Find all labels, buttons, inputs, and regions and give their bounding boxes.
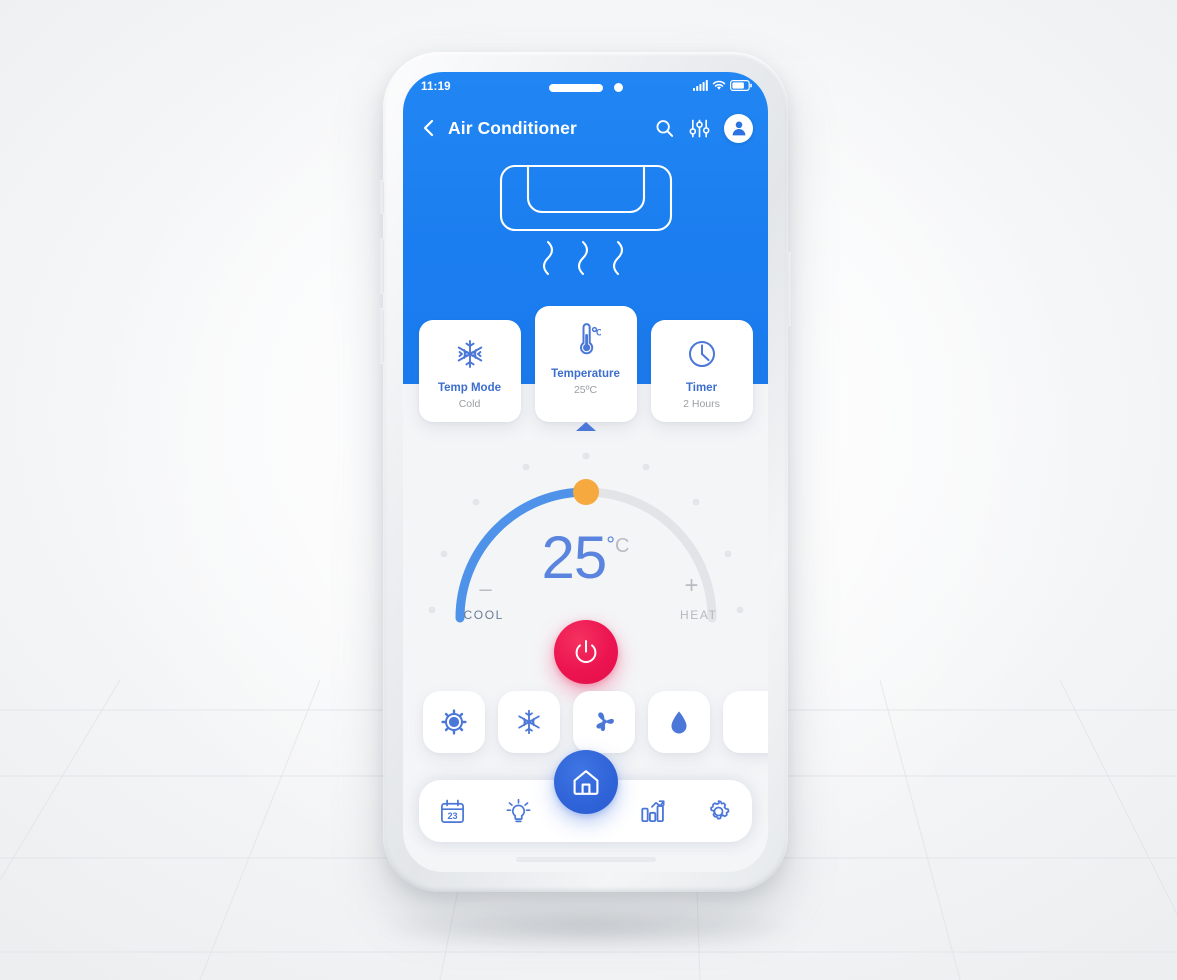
- status-bar-time: 11:19: [421, 81, 451, 93]
- speaker-grille: [548, 83, 603, 92]
- clock-icon: [655, 334, 749, 374]
- card-value: 25ºC: [573, 384, 598, 396]
- info-cards-row: Temp Mode Cold C Temperature 25ºC Timer …: [403, 306, 768, 431]
- nav-item-statistics[interactable]: [635, 794, 669, 828]
- thermometer-icon: C: [539, 320, 633, 360]
- nav-item-schedule[interactable]: 23: [435, 794, 469, 828]
- card-timer[interactable]: Timer 2 Hours: [650, 320, 753, 422]
- signal-icon: [693, 80, 708, 91]
- avatar-person-glyph: [732, 121, 745, 136]
- status-bar: 11:19: [403, 72, 768, 102]
- decrease-temperature-button[interactable]: –: [474, 576, 498, 602]
- card-value: Cold: [458, 398, 481, 410]
- battery-icon: [730, 80, 752, 91]
- heat-label: HEAT: [679, 608, 718, 622]
- card-title: Temperature: [551, 368, 620, 380]
- chevron-left-icon[interactable]: [418, 117, 440, 139]
- svg-text:C: C: [596, 327, 601, 337]
- scene: 11:19 Air Conditioner Temp Mode Cold C T…: [0, 0, 1177, 980]
- page-title: Air Conditioner: [448, 117, 577, 138]
- power-icon: [575, 640, 596, 663]
- dial-knob-handle: [572, 479, 599, 505]
- water-drop-icon: [671, 710, 687, 733]
- status-bar-icons: [693, 80, 752, 91]
- dial-degree-symbol: °: [606, 532, 616, 557]
- card-temperature[interactable]: C Temperature 25ºC: [534, 306, 637, 431]
- calendar-icon: 23: [440, 799, 464, 823]
- air-conditioner-unit-icon: [499, 164, 672, 275]
- sun-icon: [441, 709, 467, 735]
- snowflake-icon: [423, 334, 517, 374]
- front-camera-icon: [613, 83, 623, 92]
- card-value: 2 Hours: [683, 398, 720, 410]
- home-indicator-bar: [515, 857, 656, 862]
- phone-device: 11:19 Air Conditioner Temp Mode Cold C T…: [379, 52, 792, 892]
- calendar-day-number: 23: [447, 810, 457, 820]
- device-power-side-button[interactable]: [787, 252, 792, 326]
- bar-chart-icon: [640, 799, 665, 822]
- temperature-dial[interactable]: 25 ° C – + COOL HEAT: [416, 442, 756, 684]
- home-icon: [573, 770, 598, 795]
- volume-up-button[interactable]: [379, 238, 384, 294]
- volume-down-button[interactable]: [379, 308, 384, 364]
- fan-icon: [595, 711, 614, 731]
- app-bar-actions: [654, 113, 753, 143]
- sliders-icon[interactable]: [689, 118, 710, 139]
- card-title: Temp Mode: [437, 382, 502, 394]
- silent-switch-button[interactable]: [379, 180, 384, 214]
- dial-temperature-value: 25: [541, 524, 607, 591]
- phone-screen: 11:19 Air Conditioner Temp Mode Cold C T…: [403, 72, 768, 872]
- lightbulb-icon: [506, 798, 531, 822]
- increase-temperature-button[interactable]: +: [680, 572, 704, 600]
- search-icon[interactable]: [654, 118, 675, 139]
- wifi-icon: [712, 80, 726, 90]
- mode-button-cool[interactable]: [498, 691, 560, 753]
- dial-unit-label: C: [615, 535, 630, 557]
- mode-button-more[interactable]: [723, 691, 768, 753]
- dial-temperature-readout: 25 ° C: [541, 528, 629, 588]
- nav-item-home[interactable]: [553, 750, 618, 814]
- mode-buttons-row: [423, 691, 768, 753]
- notch-area: [548, 83, 623, 92]
- gear-icon: [710, 799, 730, 820]
- card-title: Timer: [685, 382, 718, 394]
- mode-button-fan[interactable]: [573, 691, 635, 753]
- app-bar: Air Conditioner: [403, 104, 768, 152]
- selected-card-pointer: [575, 422, 596, 431]
- nav-item-lighting[interactable]: [502, 794, 536, 828]
- mode-button-heat[interactable]: [423, 691, 485, 753]
- power-button[interactable]: [553, 620, 618, 684]
- snowflake-icon: [518, 709, 540, 735]
- phone-drop-shadow: [378, 905, 799, 949]
- card-temp-mode[interactable]: Temp Mode Cold: [418, 320, 521, 422]
- mode-button-dry[interactable]: [648, 691, 710, 753]
- user-avatar-icon[interactable]: [724, 113, 753, 143]
- nav-item-settings[interactable]: [702, 794, 736, 828]
- cool-label: COOL: [463, 608, 504, 622]
